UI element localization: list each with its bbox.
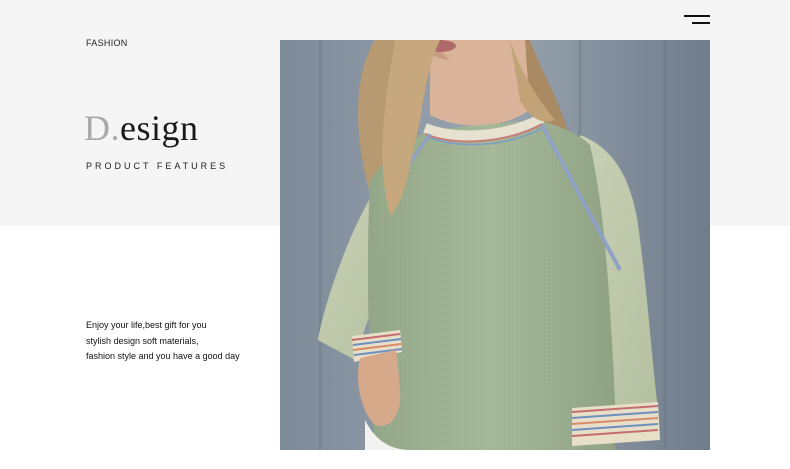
description-line: fashion style and you have a good day bbox=[86, 351, 240, 361]
description-line: stylish design soft materials, bbox=[86, 335, 199, 346]
product-description: Enjoy your life,best gift for you stylis… bbox=[86, 318, 240, 365]
menu-bar-top bbox=[684, 15, 710, 17]
hamburger-menu-icon[interactable] bbox=[682, 14, 710, 26]
description-line: Enjoy your life,best gift for you bbox=[86, 320, 207, 330]
product-photo bbox=[280, 40, 710, 450]
menu-bar-bottom bbox=[692, 22, 710, 24]
page-title: D.esign bbox=[84, 108, 199, 149]
title-initial: D. bbox=[84, 108, 120, 148]
page-subtitle: PRODUCT FEATURES bbox=[86, 161, 229, 171]
title-rest: esign bbox=[120, 108, 199, 148]
page-canvas: FASHION D.esign PRODUCT FEATURES Enjoy y… bbox=[0, 0, 790, 469]
product-photo-illustration bbox=[280, 40, 710, 450]
section-label: FASHION bbox=[86, 38, 128, 48]
